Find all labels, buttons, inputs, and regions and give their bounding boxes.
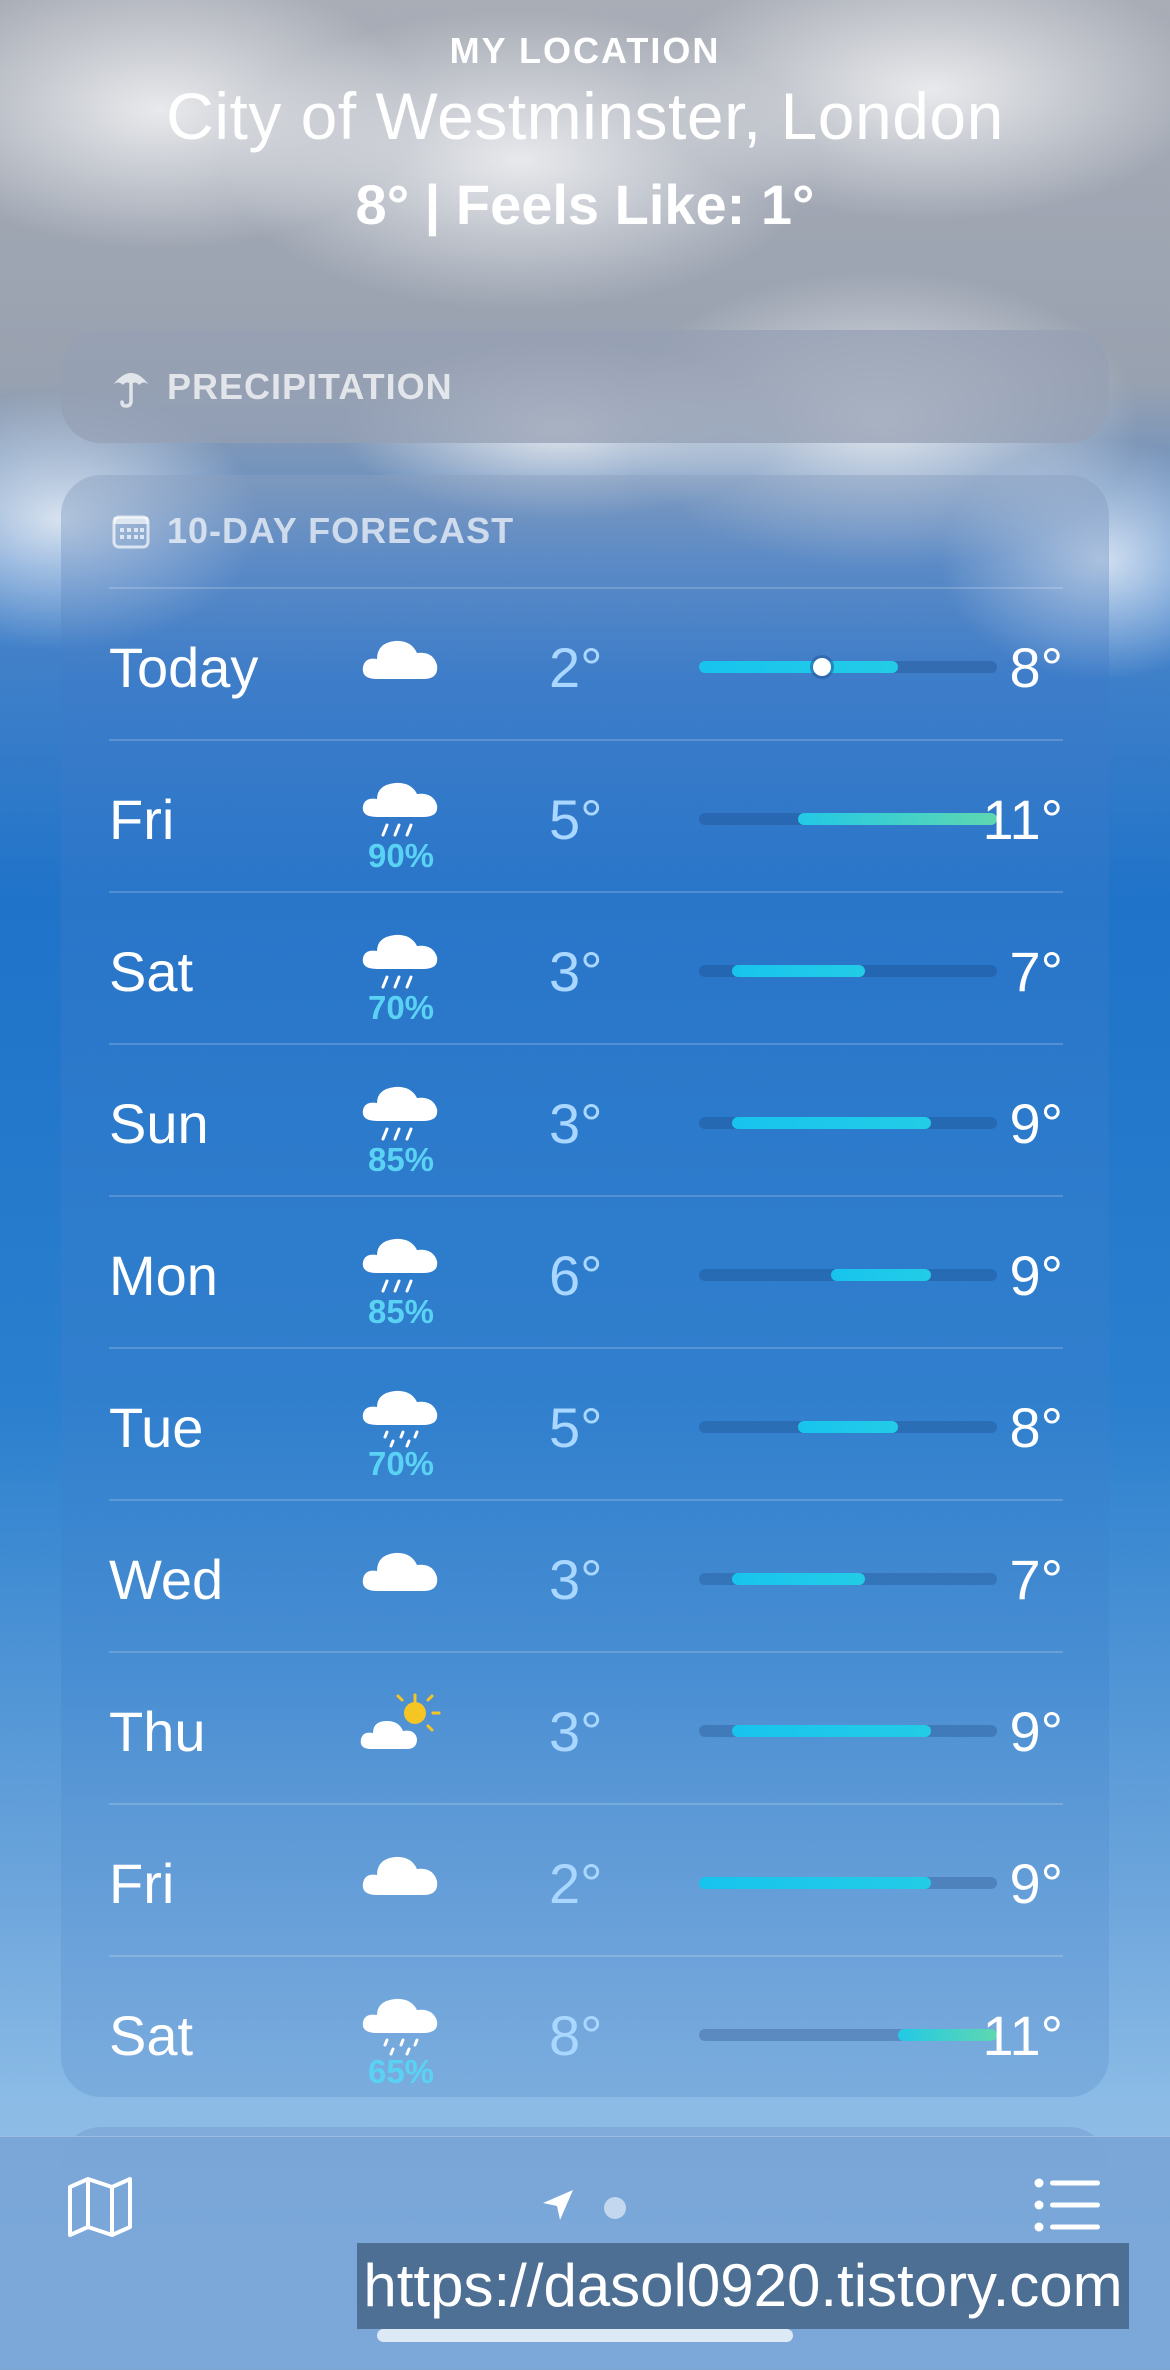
day-label: Fri [109, 1852, 175, 1915]
precipitation-card[interactable]: PRECIPITATION [61, 330, 1109, 443]
temp-range-bar [699, 658, 997, 676]
low-temp: 2° [549, 1852, 603, 1915]
rain-icon [359, 1235, 443, 1301]
forecast-rows: Today 2° 8° Fri 90% 5° 11° Sat 70% 3° 7°… [109, 587, 1063, 2107]
forecast-title: 10-DAY FORECAST [167, 510, 515, 551]
home-indicator[interactable] [377, 2329, 793, 2342]
forecast-row[interactable]: Sun 85% 3° 9° [109, 1043, 1063, 1195]
location-header: MY LOCATION City of Westminster, London … [0, 30, 1170, 237]
watermark-url: https://dasol0920.tistory.com [357, 2243, 1129, 2329]
low-temp: 5° [549, 788, 603, 851]
cloud-icon [359, 1843, 443, 1909]
temp-range-fill [831, 1269, 931, 1281]
cloud-icon [359, 627, 443, 693]
precip-chance: 85% [367, 1141, 435, 1178]
precip-chance: 70% [367, 1445, 435, 1482]
low-temp: 8° [549, 2004, 603, 2067]
temp-range-fill [732, 1725, 931, 1737]
temp-range-bar [699, 1269, 997, 1281]
current-conditions: 8° | Feels Like: 1° [355, 173, 815, 236]
low-temp: 3° [549, 940, 603, 1003]
high-temp: 11° [982, 2004, 1063, 2067]
forecast-row[interactable]: Sat 70% 3° 7° [109, 891, 1063, 1043]
list-icon[interactable] [1034, 2177, 1102, 2233]
temp-range-bar [699, 2029, 997, 2041]
high-temp: 9° [1009, 1244, 1063, 1307]
day-label: Fri [109, 788, 175, 851]
temp-range-bar [699, 1877, 997, 1889]
day-label: Mon [109, 1244, 218, 1307]
rain-icon [359, 931, 443, 997]
high-temp: 9° [1009, 1700, 1063, 1763]
day-label: Tue [109, 1396, 204, 1459]
temp-range-bar [699, 1117, 997, 1129]
forecast-row[interactable]: Fri 90% 5° 11° [109, 739, 1063, 891]
temp-range-fill [798, 813, 997, 825]
day-label: Sat [109, 940, 194, 1003]
forecast-row[interactable]: Sat 65% 8° 11° [109, 1955, 1063, 2107]
forecast-row[interactable]: Today 2° 8° [109, 587, 1063, 739]
day-label: Sat [109, 2004, 194, 2067]
umbrella-icon [113, 372, 149, 408]
high-temp: 9° [1009, 1092, 1063, 1155]
low-temp: 6° [549, 1244, 603, 1307]
precip-chance: 65% [367, 2053, 435, 2090]
forecast-row[interactable]: Thu 3° 9° [109, 1651, 1063, 1803]
high-temp: 8° [1009, 636, 1063, 699]
current-temp-dot [812, 658, 831, 676]
precipitation-title: PRECIPITATION [167, 365, 453, 407]
low-temp: 2° [549, 636, 603, 699]
high-temp: 11° [982, 788, 1063, 851]
low-temp: 3° [549, 1092, 603, 1155]
drizzle-icon [359, 1387, 443, 1453]
rain-icon [359, 779, 443, 845]
location-arrow-icon[interactable] [540, 2187, 576, 2223]
precip-chance: 90% [367, 837, 435, 874]
precip-chance: 85% [367, 1293, 435, 1330]
low-temp: 3° [549, 1700, 603, 1763]
ten-day-forecast-card[interactable]: 10-DAY FORECAST Today 2° 8° Fri 90% 5° 1… [61, 475, 1109, 2097]
high-temp: 8° [1009, 1396, 1063, 1459]
temp-range-bar [699, 965, 997, 977]
partly-sunny-icon [359, 1691, 443, 1757]
forecast-row[interactable]: Mon 85% 6° 9° [109, 1195, 1063, 1347]
temp-range-fill [699, 1877, 931, 1889]
temp-range-bar [699, 1725, 997, 1737]
city-name: City of Westminster, London [166, 79, 1004, 153]
day-label: Today [109, 636, 259, 699]
temp-range-bar [699, 813, 997, 825]
page-indicator-dot[interactable] [604, 2197, 626, 2219]
cloud-icon [359, 1539, 443, 1605]
temp-range-bar [699, 1573, 997, 1585]
rain-icon [359, 1083, 443, 1149]
temp-range-fill [699, 661, 898, 673]
low-temp: 3° [549, 1548, 603, 1611]
day-label: Sun [109, 1092, 209, 1155]
high-temp: 7° [1009, 940, 1063, 1003]
temp-range-fill [732, 1117, 931, 1129]
precip-chance: 70% [367, 989, 435, 1026]
map-icon[interactable] [64, 2171, 136, 2243]
low-temp: 5° [549, 1396, 603, 1459]
day-label: Wed [109, 1548, 224, 1611]
temp-range-fill [732, 1573, 865, 1585]
temp-range-bar [699, 1421, 997, 1433]
forecast-row[interactable]: Tue 70% 5° 8° [109, 1347, 1063, 1499]
drizzle-icon [359, 1995, 443, 2061]
my-location-label: MY LOCATION [449, 30, 721, 71]
calendar-icon [112, 515, 150, 549]
high-temp: 7° [1009, 1548, 1063, 1611]
day-label: Thu [109, 1700, 206, 1763]
temp-range-fill [732, 965, 865, 977]
forecast-row[interactable]: Fri 2° 9° [109, 1803, 1063, 1955]
high-temp: 9° [1009, 1852, 1063, 1915]
temp-range-fill [798, 1421, 898, 1433]
forecast-row[interactable]: Wed 3° 7° [109, 1499, 1063, 1651]
